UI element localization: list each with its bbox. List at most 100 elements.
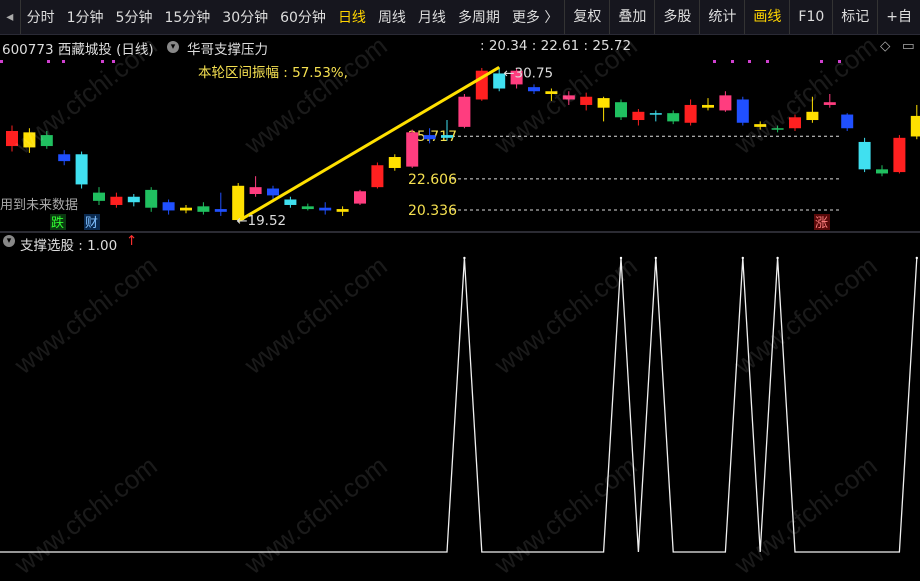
- top-marker-0: [0, 60, 3, 63]
- signal-peak-44: [776, 256, 779, 260]
- period-tab-8[interactable]: 月线: [412, 7, 452, 27]
- signal-line-chart: [0, 256, 918, 553]
- period-tab-2[interactable]: 5分钟: [110, 7, 159, 27]
- candle-body-25: [441, 135, 453, 138]
- collapse-icon[interactable]: ◂: [0, 0, 21, 34]
- tool-button-7[interactable]: +自: [877, 0, 920, 34]
- candle-body-16: [284, 199, 297, 205]
- candle-body-14: [249, 187, 262, 195]
- fall-badge: 跌: [50, 214, 66, 231]
- tool-button-6[interactable]: 标记: [832, 0, 877, 34]
- period-tab-10[interactable]: 更多 〉: [506, 7, 564, 27]
- tool-button-1[interactable]: 叠加: [609, 0, 654, 34]
- candle-body-51: [893, 137, 906, 173]
- candle-body-19: [336, 209, 349, 212]
- trend-line: [237, 65, 500, 223]
- signal-peak-42: [741, 256, 744, 260]
- candle-body-39: [684, 104, 697, 123]
- tool-button-0[interactable]: 复权: [564, 0, 609, 34]
- period-tab-7[interactable]: 周线: [372, 7, 412, 27]
- period-tabs: 分时 1分钟 5分钟 15分钟 30分钟 60分钟 日线 周线 月线 多周期 更多 〉: [21, 7, 565, 27]
- period-tab-1[interactable]: 1分钟: [61, 7, 110, 27]
- top-marker-6: [731, 60, 734, 63]
- indicator-values: : 20.34 : 22.61 : 25.72: [480, 38, 632, 54]
- candle-body-5: [93, 192, 105, 201]
- tool-button-5[interactable]: F10: [789, 0, 832, 34]
- indicator-name[interactable]: 华哥支撑压力: [187, 38, 268, 58]
- top-marker-8: [766, 60, 769, 63]
- top-marker-7: [748, 60, 751, 63]
- period-tab-9[interactable]: 多周期: [452, 7, 506, 27]
- period-tab-6[interactable]: 日线: [332, 7, 372, 27]
- candle-body-48: [841, 114, 854, 129]
- candle-body-49: [858, 141, 871, 170]
- high-label: ←30.75: [503, 65, 553, 81]
- tool-buttons: 复权 叠加 多股 统计 画线 F10 标记 +自: [564, 0, 920, 34]
- up-arrow-icon: ↑: [126, 233, 138, 249]
- signal-peak-52: [915, 256, 918, 260]
- candle-body-50: [876, 169, 888, 174]
- rise-badge: 涨: [814, 214, 830, 231]
- period-tab-3[interactable]: 15分钟: [158, 7, 216, 27]
- tool-button-3[interactable]: 统计: [699, 0, 744, 34]
- candle-body-44: [771, 128, 784, 130]
- period-tab-5[interactable]: 60分钟: [274, 7, 332, 27]
- toolbar: ◂ 分时 1分钟 5分钟 15分钟 30分钟 60分钟 日线 周线 月线 多周期 更多 〉 复权 叠加…: [0, 0, 920, 35]
- stock-title: 600773 西藏城投 (日线): [2, 42, 154, 58]
- candle-body-3: [58, 154, 71, 162]
- candle-body-15: [267, 188, 279, 196]
- candle-body-47: [823, 102, 836, 105]
- candle-body-37: [649, 113, 662, 115]
- candle-body-52: [910, 115, 920, 137]
- candle-body-9: [162, 202, 175, 211]
- signal-peak-35: [619, 256, 623, 260]
- candle-body-45: [789, 117, 801, 129]
- candle-body-24: [423, 135, 436, 140]
- candlestick-chart: 25.71722.60620.336本轮区间振幅 : 57.53%,←30.75…: [0, 60, 920, 231]
- sub-indicator-label: 支撑选股 : 1.00: [20, 238, 118, 254]
- signal-peak-26: [463, 256, 466, 260]
- candle-body-43: [754, 124, 767, 127]
- tool-button-2[interactable]: 多股: [654, 0, 699, 34]
- candle-body-21: [371, 165, 384, 188]
- signal-line: [0, 257, 918, 553]
- candle-body-8: [145, 189, 158, 208]
- candle-body-7: [127, 196, 140, 203]
- restore-window-icon[interactable]: ▭: [902, 38, 915, 54]
- settings-diamond-icon[interactable]: ◇: [880, 38, 890, 54]
- info-bar: 600773 西藏城投 (日线) ▾ 华哥支撑压力 : 20.34 : 22.6…: [0, 35, 920, 58]
- chevron-down-icon[interactable]: ▾: [3, 235, 15, 247]
- low-label: ←19.52: [236, 213, 286, 229]
- rise-badge-text: 涨: [815, 216, 828, 231]
- candle-body-40: [702, 104, 714, 108]
- period-tab-4[interactable]: 30分钟: [216, 7, 274, 27]
- candle-body-10: [180, 207, 192, 211]
- candle-body-26: [458, 96, 471, 127]
- period-tab-0[interactable]: 分时: [21, 7, 61, 27]
- candle-body-0: [6, 130, 18, 147]
- chevron-down-icon[interactable]: ▾: [167, 41, 179, 53]
- candle-body-33: [580, 96, 593, 105]
- top-marker-1: [47, 60, 50, 63]
- candle-body-32: [562, 95, 575, 100]
- future-data-note: 用到未来数据: [0, 198, 78, 213]
- fall-badge-text: 跌: [51, 215, 64, 231]
- signal-peak-37: [654, 256, 657, 260]
- amplitude-label: 本轮区间振幅 : 57.53%,: [198, 65, 348, 81]
- candle-body-4: [75, 154, 88, 185]
- finance-badge-text: 财: [85, 216, 98, 231]
- candle-body-34: [597, 98, 610, 108]
- candle-body-31: [545, 91, 558, 94]
- candle-body-6: [110, 196, 123, 205]
- candle-body-41: [719, 95, 732, 111]
- level-label-2: 20.336: [408, 203, 457, 219]
- sub-indicator-header: ▾ 支撑选股 : 1.00 ↑: [0, 233, 920, 254]
- candle-body-11: [197, 206, 210, 212]
- top-marker-5: [713, 60, 716, 63]
- candle-body-36: [632, 111, 645, 121]
- level-label-1: 22.606: [408, 172, 457, 188]
- candle-body-46: [806, 111, 819, 121]
- candle-body-18: [319, 207, 332, 211]
- candle-body-23: [406, 132, 419, 167]
- tool-button-4[interactable]: 画线: [744, 0, 789, 34]
